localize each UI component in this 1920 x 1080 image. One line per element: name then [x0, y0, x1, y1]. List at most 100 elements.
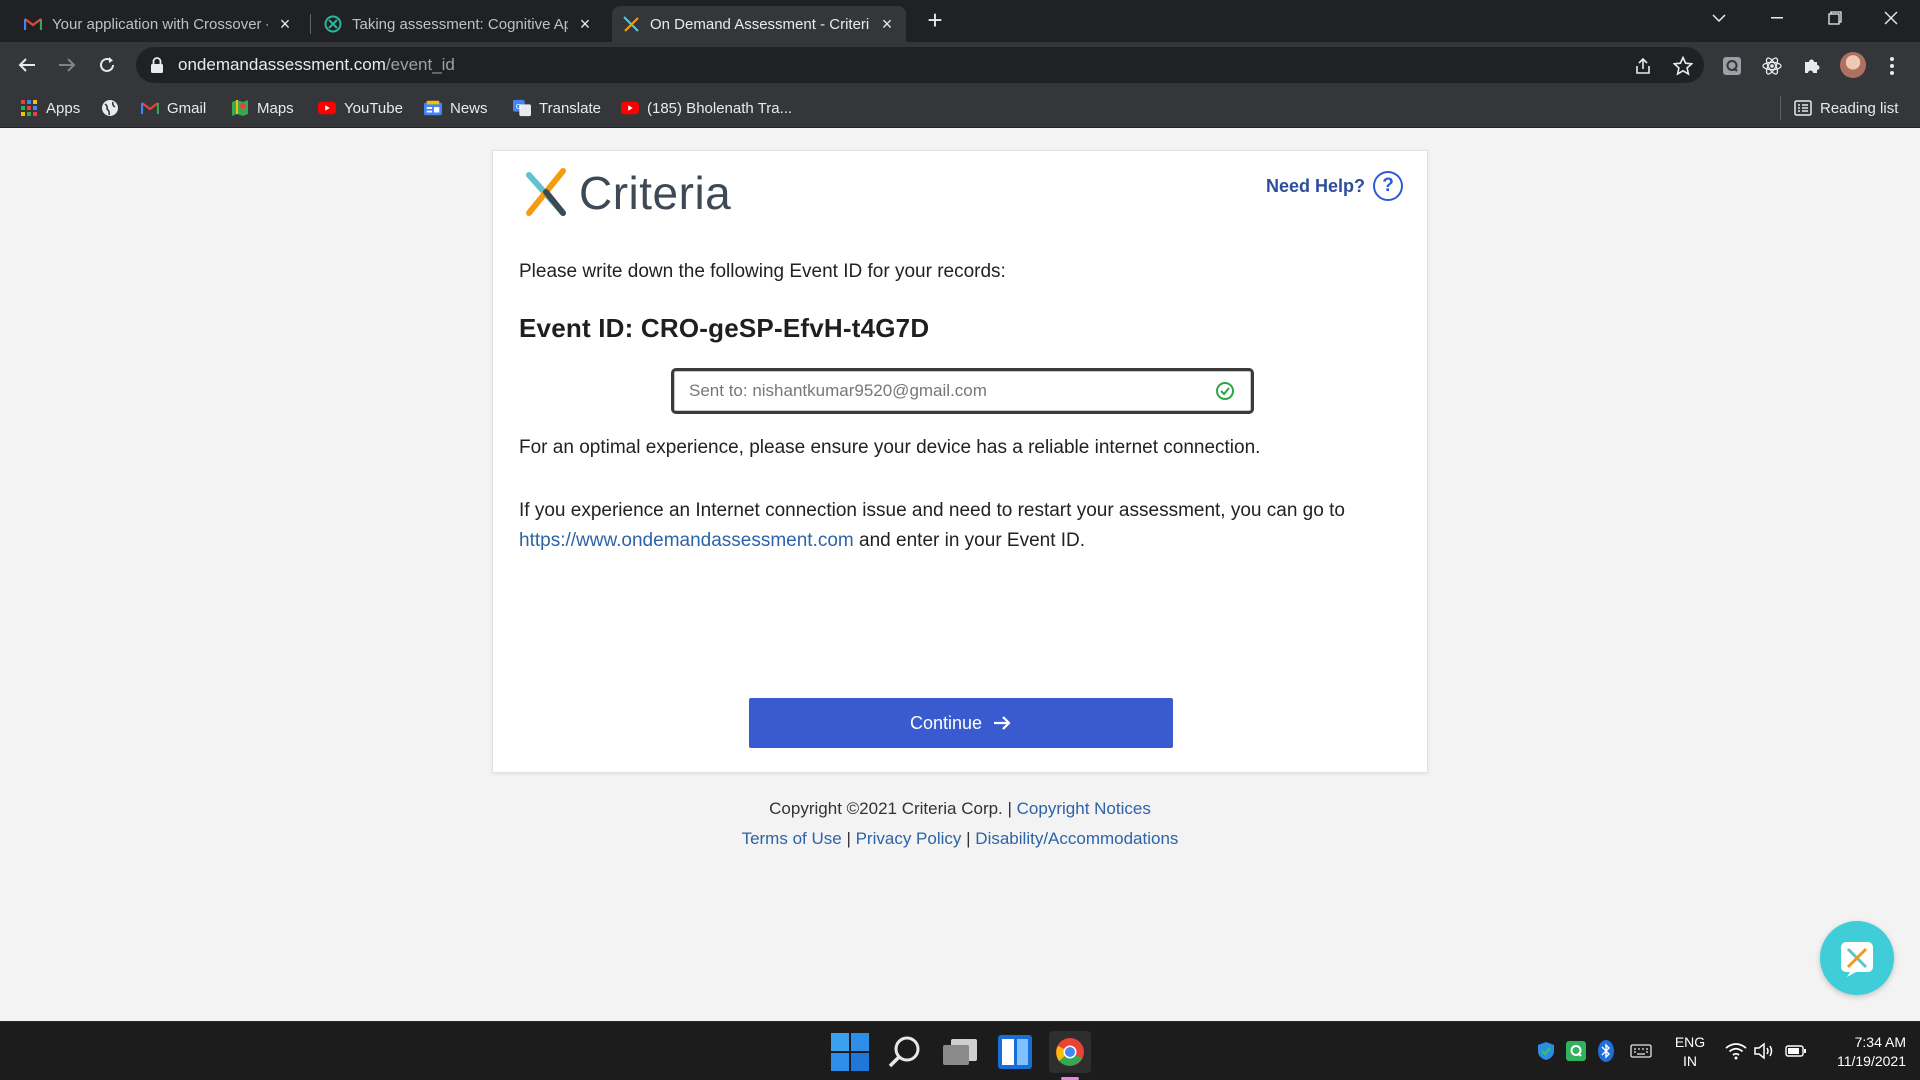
extension-q-icon[interactable]	[1720, 54, 1744, 78]
reload-icon[interactable]	[92, 50, 122, 80]
google-news-icon	[424, 99, 442, 117]
bookmark-label: Gmail	[167, 99, 207, 117]
close-tab-icon[interactable]: ×	[576, 15, 594, 33]
intro-text: Please write down the following Event ID…	[519, 261, 1006, 282]
restart-text: If you experience an Internet connection…	[519, 500, 1345, 521]
bookmark-label: Translate	[539, 99, 601, 117]
bookmark-news[interactable]: News	[424, 97, 488, 119]
bookmark-label: (185) Bholenath Tra...	[647, 99, 793, 117]
back-arrow-icon[interactable]	[12, 50, 42, 80]
continue-label: Continue	[909, 712, 983, 733]
tab-title: Taking assessment: Cognitive Apt	[352, 15, 568, 33]
bookmark-star-icon[interactable]	[1672, 55, 1694, 77]
tab-divider	[310, 14, 311, 34]
bluetooth-icon[interactable]	[1595, 1040, 1617, 1062]
bookmark-label: Apps	[46, 99, 81, 117]
bookmark-label: YouTube	[344, 99, 403, 117]
url-domain: ondemandassessment.com	[178, 55, 386, 74]
disability-accommodations-link[interactable]: Disability/Accommodations	[975, 829, 1178, 848]
tab-search-chevron-icon[interactable]	[1690, 0, 1748, 36]
new-tab-button[interactable]: +	[922, 7, 948, 34]
need-help-label: Need Help?	[1265, 175, 1365, 196]
close-window-icon[interactable]	[1862, 0, 1920, 36]
tab-taking-assessment[interactable]: Taking assessment: Cognitive Apt ×	[314, 6, 604, 42]
reading-list-button[interactable]: Reading list	[1794, 97, 1898, 119]
tab-title: Your application with Crossover -	[52, 15, 268, 33]
browser-toolbar: ondemandassessment.com/event_id	[0, 42, 1920, 88]
apps-grid-icon	[20, 99, 38, 117]
keyboard-icon[interactable]	[1630, 1040, 1652, 1062]
criteria-logo-mark-icon	[526, 168, 566, 216]
need-help-link[interactable]: Need Help? ?	[1266, 171, 1403, 201]
reading-list-icon	[1794, 99, 1812, 117]
language-code: ENG	[1674, 1034, 1706, 1050]
restore-window-icon[interactable]	[1806, 0, 1864, 36]
ondemand-assessment-link[interactable]: https://www.ondemandassessment.com	[519, 530, 854, 551]
minimize-window-icon[interactable]	[1748, 0, 1806, 36]
defender-shield-icon[interactable]	[1535, 1040, 1557, 1062]
tab-title: On Demand Assessment - Criteri	[650, 15, 870, 33]
youtube-icon	[318, 99, 336, 117]
search-icon[interactable]	[884, 1031, 926, 1073]
criteria-icon	[622, 15, 640, 33]
gmail-icon	[24, 15, 42, 33]
footer-separator: |	[846, 829, 851, 848]
chrome-taskbar-icon[interactable]	[1049, 1031, 1091, 1073]
extension-react-icon[interactable]	[1760, 54, 1784, 78]
arrow-right-icon	[994, 716, 1011, 730]
system-clock[interactable]: 7:34 AM 11/19/2021	[1818, 1033, 1906, 1071]
close-tab-icon[interactable]: ×	[878, 15, 896, 33]
bookmarks-divider	[1780, 96, 1781, 120]
tab-on-demand-assessment[interactable]: On Demand Assessment - Criteri ×	[612, 6, 906, 42]
privacy-policy-link[interactable]: Privacy Policy	[856, 829, 962, 848]
task-view-icon[interactable]	[939, 1031, 981, 1073]
footer-copyright-line: Copyright ©2021 Criteria Corp. | Copyrig…	[0, 799, 1920, 819]
bookmark-apps[interactable]: Apps	[20, 97, 80, 119]
chat-support-button[interactable]	[1820, 921, 1894, 995]
bookmark-translate[interactable]: G Translate	[513, 97, 601, 119]
crossover-icon	[324, 15, 342, 33]
widgets-icon[interactable]	[994, 1031, 1036, 1073]
criteria-chat-icon	[1841, 942, 1873, 977]
q-app-tray-icon[interactable]	[1565, 1040, 1587, 1062]
copyright-text: Copyright ©2021 Criteria Corp. |	[769, 799, 1012, 818]
maps-icon	[231, 99, 249, 117]
youtube-icon	[621, 99, 639, 117]
wifi-icon[interactable]	[1725, 1040, 1747, 1062]
extensions-puzzle-icon[interactable]	[1800, 54, 1824, 78]
translate-icon: G	[513, 99, 531, 117]
tab-crossover-application[interactable]: Your application with Crossover - ×	[14, 6, 304, 42]
criteria-logo: Criteria	[519, 165, 731, 221]
restart-instructions: If you experience an Internet connection…	[519, 496, 1419, 556]
event-id-card: Criteria Need Help? ? Please write down …	[492, 150, 1428, 773]
bookmark-youtube[interactable]: YouTube	[318, 97, 403, 119]
bookmark-bholenath-video[interactable]: (185) Bholenath Tra...	[621, 97, 792, 119]
bookmark-maps[interactable]: Maps	[231, 97, 294, 119]
share-icon[interactable]	[1632, 55, 1654, 77]
sent-to-value: Sent to: nishantkumar9520@gmail.com	[689, 381, 987, 400]
connection-advice-text: For an optimal experience, please ensure…	[519, 437, 1261, 458]
reading-list-label: Reading list	[1820, 99, 1899, 117]
globe-icon	[101, 99, 119, 117]
copyright-notices-link[interactable]: Copyright Notices	[1017, 799, 1151, 818]
windows-start-icon[interactable]	[829, 1031, 871, 1073]
address-bar[interactable]: ondemandassessment.com/event_id	[136, 47, 1704, 83]
forward-arrow-icon[interactable]	[52, 50, 82, 80]
bookmark-label: Maps	[257, 99, 294, 117]
url-text: ondemandassessment.com/event_id	[178, 55, 455, 75]
bookmark-globe[interactable]	[101, 97, 127, 119]
continue-button[interactable]: Continue	[749, 698, 1173, 748]
profile-avatar[interactable]	[1840, 52, 1866, 78]
input-language-indicator[interactable]: ENG IN	[1670, 1033, 1710, 1071]
volume-icon[interactable]	[1753, 1040, 1775, 1062]
battery-icon[interactable]	[1785, 1040, 1807, 1062]
chrome-menu-icon[interactable]	[1880, 54, 1904, 78]
svg-text:G: G	[516, 102, 522, 111]
page-viewport: Criteria Need Help? ? Please write down …	[0, 129, 1920, 1021]
event-id-heading: Event ID: CRO-geSP-EfvH-t4G7D	[519, 313, 930, 343]
clock-time: 7:34 AM	[1854, 1034, 1906, 1050]
bookmark-gmail[interactable]: Gmail	[141, 97, 206, 119]
terms-of-use-link[interactable]: Terms of Use	[742, 829, 842, 848]
footer-separator: |	[966, 829, 971, 848]
close-tab-icon[interactable]: ×	[276, 15, 294, 33]
